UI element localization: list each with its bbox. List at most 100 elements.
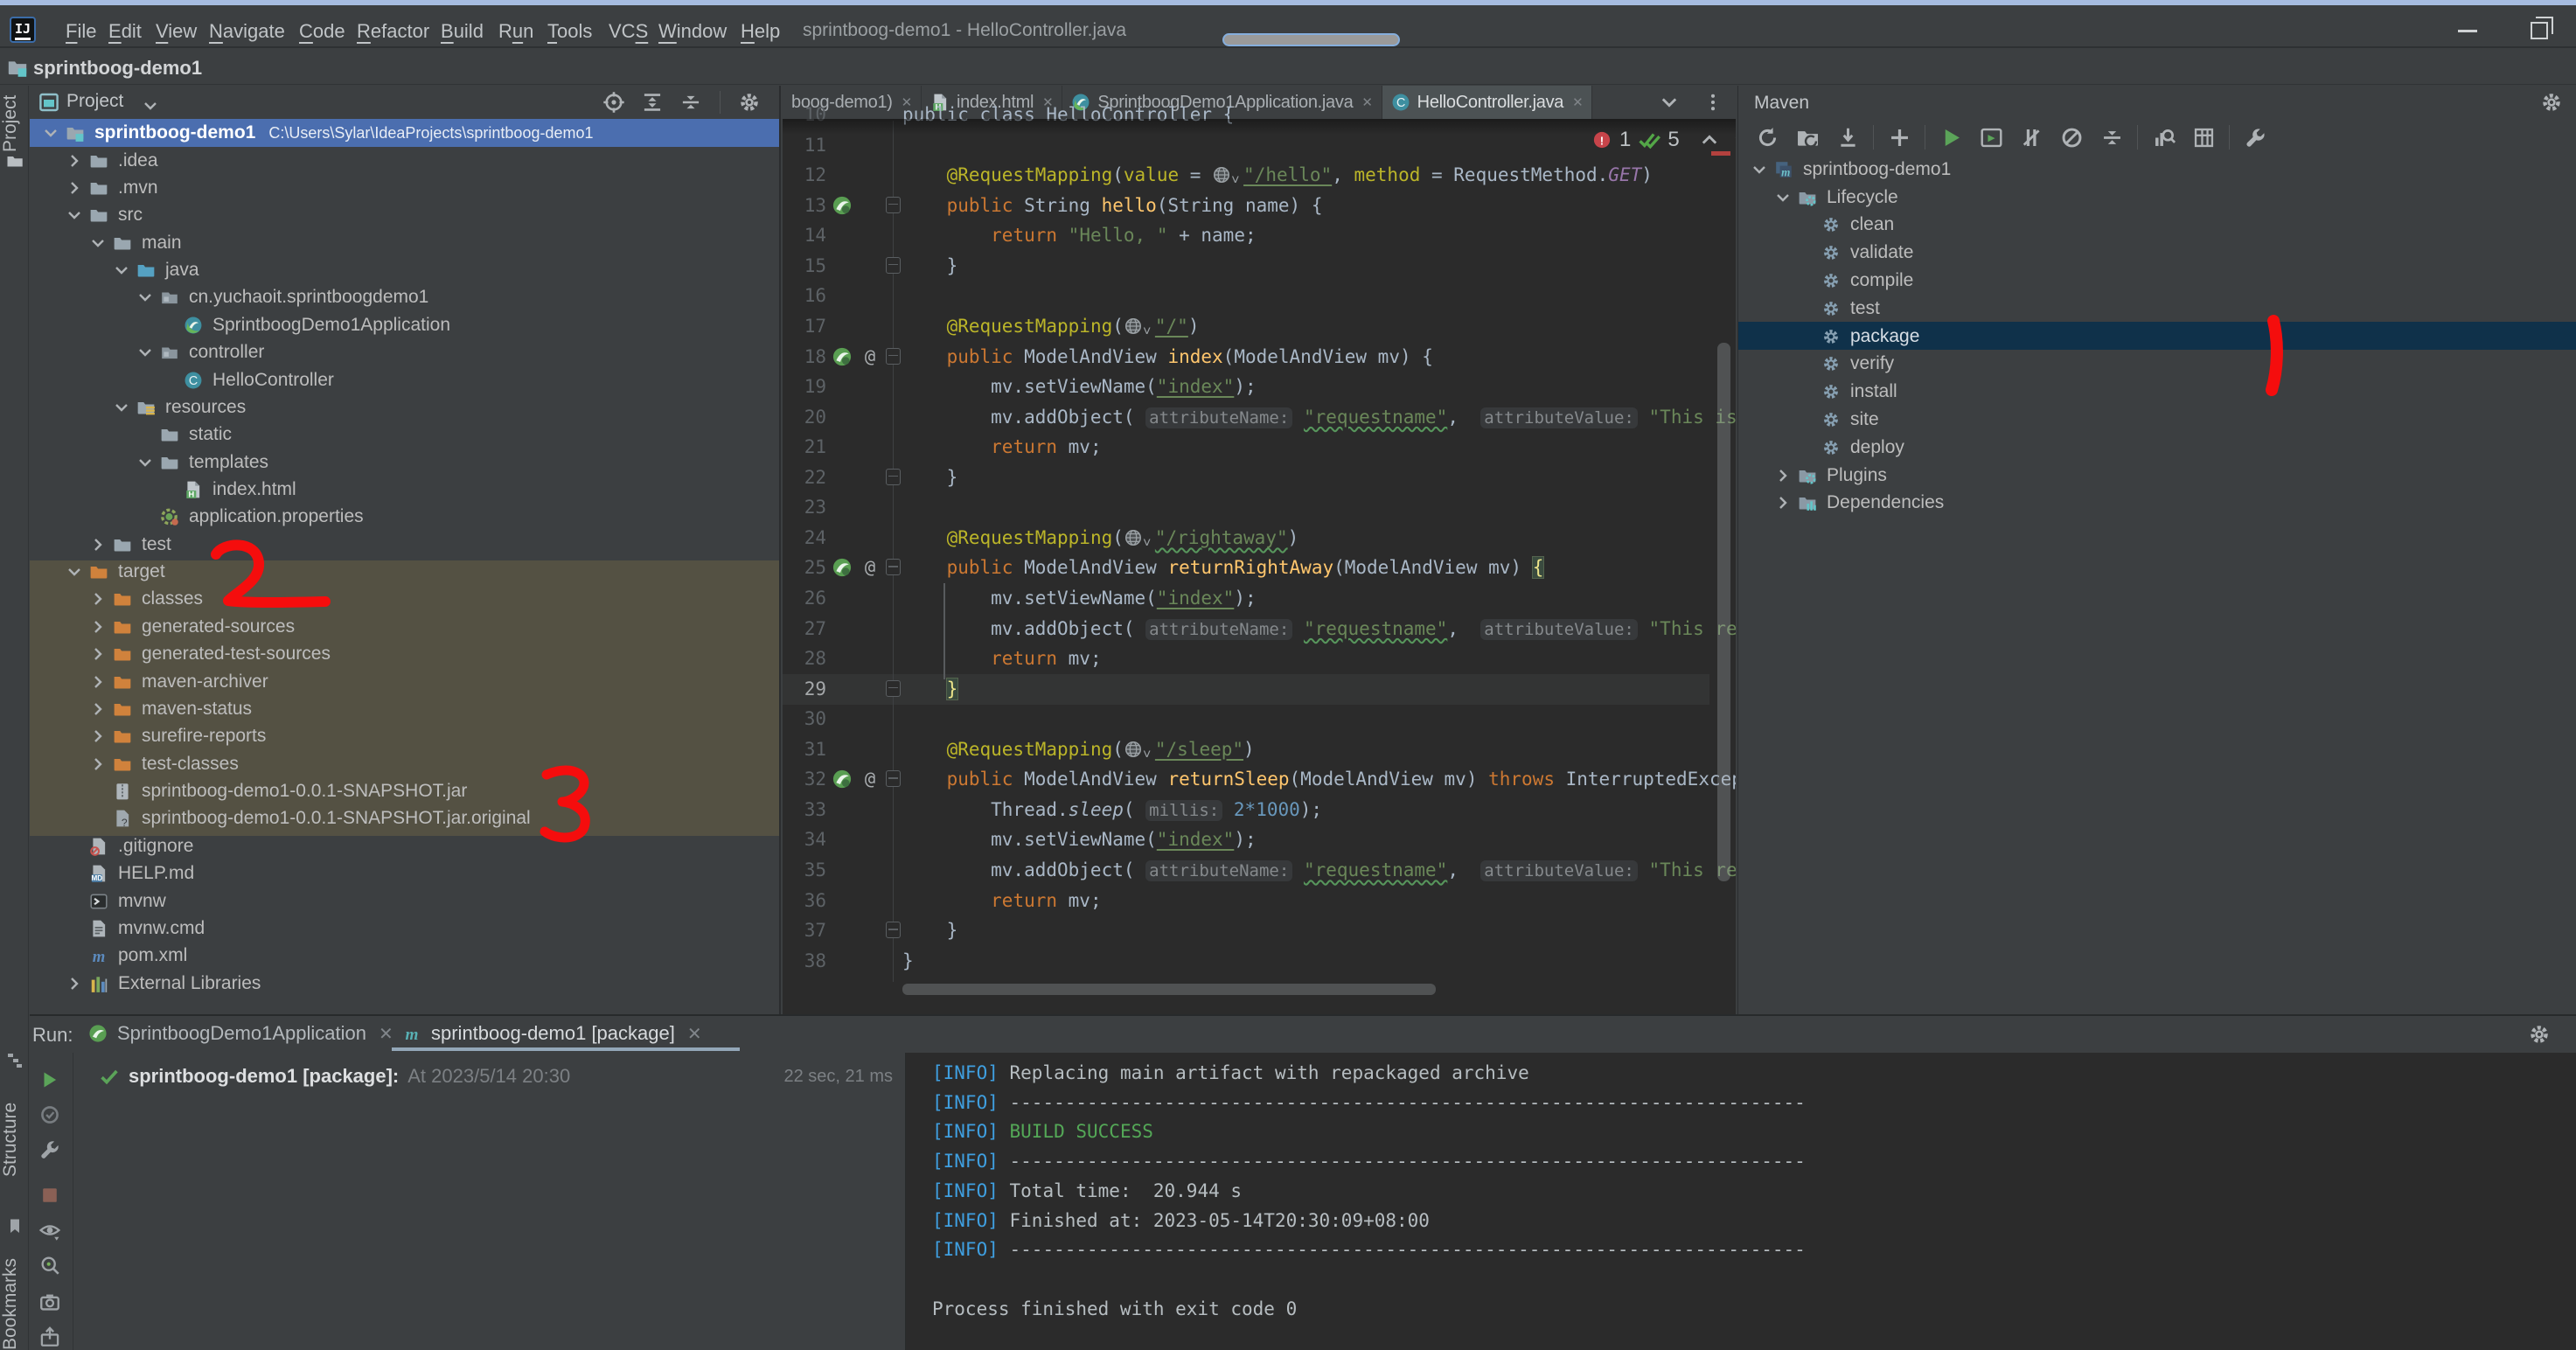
folder-sync-icon[interactable] [1787,126,1828,150]
restore-button[interactable] [2520,16,2559,45]
project-tree-row[interactable]: index.html [157,476,296,503]
profile-columns-icon[interactable] [2183,126,2224,150]
project-tree-row[interactable]: test-classes [86,750,239,777]
run-tab-1[interactable]: SprintboogDemo1Application✕ [87,1016,393,1051]
fold-marker[interactable] [886,348,901,365]
stripe-tab-project[interactable]: Project [0,89,29,157]
menu-file[interactable]: File [66,20,96,43]
fold-marker[interactable] [886,922,901,938]
project-tree-row[interactable]: generated-sources [86,613,295,640]
hide-icon[interactable] [776,91,781,114]
project-tree-row[interactable]: .gitignore [62,832,193,859]
run-terminal-icon[interactable] [1971,126,2011,150]
maven-tree-row-clean[interactable]: clean [1794,212,1894,240]
project-tree-row[interactable]: External Libraries [62,970,261,997]
fold-marker[interactable] [886,770,901,787]
chevron-down-icon[interactable] [142,97,159,115]
project-tree-row[interactable]: maven-status [86,695,252,722]
export-icon[interactable] [38,1326,61,1350]
menu-vcs[interactable]: VCS [609,20,648,43]
maven-tree-row-deploy[interactable]: deploy [1794,434,1904,462]
soft-wrap-icon[interactable] [38,1291,61,1318]
expand-all-icon[interactable] [641,91,664,114]
close-tab-icon[interactable]: ✕ [687,1023,702,1045]
project-tree-row[interactable]: application.properties [133,504,364,531]
menu-window[interactable]: Window [658,20,727,43]
run-icon[interactable] [1931,126,1971,150]
locate-icon[interactable] [602,91,625,114]
filter-icon[interactable] [38,1254,61,1281]
maven-tree-row-test[interactable]: test [1794,295,1880,323]
analyze-icon[interactable] [2143,126,2183,150]
project-tree-row[interactable]: sprintboog-demo1-0.0.1-SNAPSHOT.jar.orig… [86,805,531,832]
refresh-icon[interactable] [1747,126,1787,150]
spring-gutter-icon[interactable] [832,346,853,372]
collapse-all-icon[interactable] [679,91,702,114]
minimize-button[interactable] [2448,16,2487,45]
spring-gutter-icon[interactable] [832,195,853,220]
fold-marker[interactable] [886,559,901,575]
project-tree-row[interactable]: classes [86,586,203,613]
wrench-icon[interactable] [2235,126,2275,150]
spring-gutter-icon[interactable] [832,557,853,582]
hidden-tabs-icon[interactable] [1659,92,1680,113]
close-tab-icon[interactable]: ✕ [379,1023,393,1045]
skip-tests-icon[interactable] [2011,126,2051,150]
project-tree-row[interactable]: generated-test-sources [86,641,331,668]
add-icon[interactable] [1879,126,1919,150]
at-gutter-icon[interactable] [860,346,881,372]
fold-marker[interactable] [886,197,901,213]
stripe-tab-bookmarks[interactable]: Bookmarks [0,1238,29,1350]
menu-view[interactable]: View [156,20,197,43]
maven-tree-row-verify[interactable]: verify [1794,351,1894,379]
rerun-icon[interactable] [38,1068,61,1096]
project-tree-row[interactable]: .idea [62,147,158,174]
project-tree-row[interactable]: sprintboog-demo1 C:\Users\Sylar\IdeaProj… [38,120,594,147]
stop-icon[interactable] [38,1184,61,1211]
project-tree-row[interactable]: surefire-reports [86,723,266,750]
project-panel-title[interactable]: Project [66,91,123,112]
project-tree-row[interactable]: HelloController [157,366,334,393]
next-issue-icon[interactable] [1732,129,1736,150]
download-sources-icon[interactable] [1828,126,1868,150]
editor-vertical-scrollbar[interactable] [1717,343,1730,881]
project-tree-row[interactable]: mvnw.cmd [62,915,205,942]
project-tree-row[interactable]: mvnw [62,887,166,915]
project-tree-row[interactable]: test [86,531,171,558]
project-tree-row[interactable]: java [109,256,199,283]
project-tree-row[interactable]: sprintboog-demo1-0.0.1-SNAPSHOT.jar [86,777,467,804]
close-tab-icon[interactable]: ✕ [1361,94,1372,110]
maven-tree-row-plugins[interactable]: Plugins [1771,462,1887,490]
project-tree-row[interactable]: static [133,421,232,449]
menu-tools[interactable]: Tools [547,20,592,43]
project-tree-row[interactable]: target [62,558,165,585]
fold-marker[interactable] [886,469,901,485]
menu-refactor[interactable]: Refactor [357,20,429,43]
project-tree-row[interactable]: src [62,202,143,229]
at-gutter-icon[interactable] [860,557,881,582]
project-tree-row[interactable]: templates [133,449,268,476]
maven-tree-row-dependencies[interactable]: Dependencies [1771,490,1944,518]
stripe-tab-structure[interactable]: Structure [0,1074,29,1205]
error-stripe-mark[interactable] [1711,151,1730,156]
gear-icon[interactable] [2540,91,2563,114]
project-tree-row[interactable]: cn.yuchaoit.sprintboogdemo1 [133,284,428,311]
project-tree-row[interactable]: pom.xml [62,943,187,970]
build-settings-icon[interactable] [38,1138,61,1166]
project-tree-row[interactable]: .mvn [62,174,158,201]
maven-tree-row-install[interactable]: install [1794,378,1897,406]
project-tree-row[interactable]: SprintboogDemo1Application [157,311,450,338]
breadcrumb[interactable]: sprintboog-demo1 [33,57,202,80]
menu-code[interactable]: Code [299,20,345,43]
collapse-all-icon[interactable] [2092,126,2132,150]
project-tree-row[interactable]: HELP.md [62,859,194,887]
maven-tree-row-lifecycle[interactable]: Lifecycle [1771,184,1898,212]
run-result-row[interactable]: sprintboog-demo1 [package]: At 2023/5/14… [99,1065,570,1088]
gear-icon[interactable] [2528,1023,2551,1046]
maven-tree-row-package[interactable]: package [1794,323,1919,351]
menu-run[interactable]: Run [498,20,533,43]
fold-marker[interactable] [886,680,901,697]
code-area[interactable]: public class HelloController { @RequestM… [783,86,1736,986]
editor-tab-hellocontroller-java[interactable]: HelloController.java✕ [1382,86,1593,119]
settings-icon[interactable] [738,91,761,114]
